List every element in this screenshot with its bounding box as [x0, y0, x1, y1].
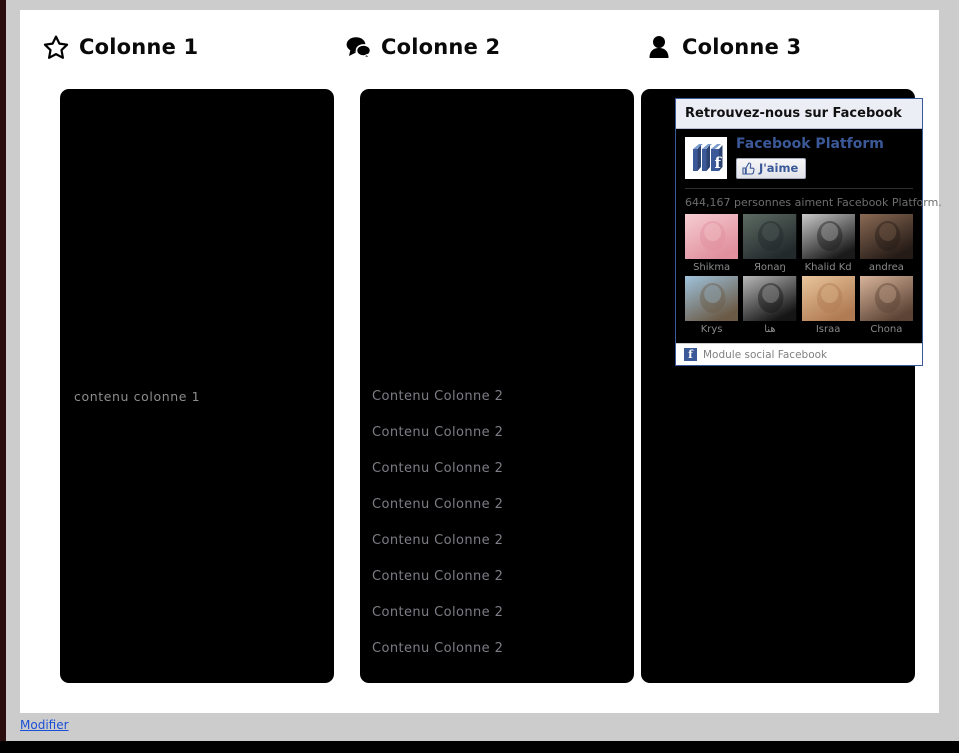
facebook-widget-header: Retrouvez-nous sur Facebook [676, 99, 922, 129]
facebook-face[interactable]: Shikma [685, 214, 739, 274]
edit-link[interactable]: Modifier [20, 718, 69, 732]
facebook-face[interactable]: Chona [859, 276, 913, 336]
facebook-face-name: هنا [764, 324, 776, 336]
column-1-content: contenu colonne 1 [74, 389, 201, 404]
facebook-face[interactable]: Яonaŋ [743, 214, 797, 274]
facebook-face-thumbnail [743, 214, 797, 260]
facebook-widget-body: f Facebook Platform J'aime 644,167 perso… [676, 129, 942, 344]
column-panel-2 [360, 89, 634, 683]
column-2-item: Contenu Colonne 2 [372, 533, 504, 548]
facebook-face-name: Яonaŋ [753, 262, 786, 274]
column-2-item: Contenu Colonne 2 [372, 461, 504, 476]
facebook-face[interactable]: Israa [801, 276, 855, 336]
facebook-like-label: J'aime [759, 161, 799, 176]
bottom-edge-strip [0, 741, 959, 753]
facebook-face-name: Chona [870, 324, 903, 336]
facebook-face-thumbnail [801, 214, 855, 260]
column-header-2: Colonne 2 [344, 32, 500, 62]
column-2-item: Contenu Colonne 2 [372, 425, 504, 440]
facebook-face[interactable]: Khalid Kd [801, 214, 855, 274]
column-2-item: Contenu Colonne 2 [372, 641, 504, 656]
facebook-face-thumbnail [743, 276, 797, 322]
facebook-f-icon: f [684, 348, 697, 362]
column-title-2: Colonne 2 [381, 35, 501, 59]
facebook-page-name: Facebook Platform [736, 136, 884, 152]
facebook-face[interactable]: andrea [859, 214, 913, 274]
user-icon [645, 33, 673, 61]
star-icon [42, 33, 70, 61]
facebook-face-name: Khalid Kd [804, 262, 852, 274]
column-2-item: Contenu Colonne 2 [372, 605, 504, 620]
column-title-3: Colonne 3 [682, 35, 802, 59]
thumbs-up-icon [742, 162, 755, 175]
column-header-1: Colonne 1 [42, 32, 198, 62]
facebook-face[interactable]: هنا [743, 276, 797, 336]
facebook-face-thumbnail [685, 214, 739, 260]
facebook-face-name: Israa [815, 324, 841, 336]
column-2-item: Contenu Colonne 2 [372, 497, 504, 512]
column-2-item: Contenu Colonne 2 [372, 569, 504, 584]
column-panel-1 [60, 89, 334, 683]
column-header-3: Colonne 3 [645, 32, 801, 62]
facebook-faces-grid: Shikma Яonaŋ Khalid Kd andrea Krys هنا Israa Ch… [685, 214, 913, 343]
facebook-face-thumbnail [859, 276, 913, 322]
facebook-like-button[interactable]: J'aime [736, 158, 807, 180]
facebook-face-thumbnail [859, 214, 913, 260]
facebook-widget-footer: f Module social Facebook [676, 343, 922, 366]
comments-icon [344, 33, 372, 61]
facebook-face-thumbnail [801, 276, 855, 322]
facebook-face-thumbnail [685, 276, 739, 322]
facebook-face-name: Krys [700, 324, 723, 336]
facebook-likes-count: 644,167 personnes aiment Facebook Platfo… [685, 196, 942, 210]
facebook-like-box: Retrouvez-nous sur Facebook f Facebook P… [675, 98, 942, 367]
facebook-profile-row: f Facebook Platform J'aime [685, 136, 913, 190]
facebook-face[interactable]: Krys [685, 276, 739, 336]
column-title-1: Colonne 1 [79, 35, 199, 59]
facebook-face-name: andrea [868, 262, 904, 274]
content-card: Colonne 1 contenu colonne 1 Colonne 2 Co… [20, 10, 942, 713]
column-2-item: Contenu Colonne 2 [372, 389, 504, 404]
facebook-footer-label: Module social Facebook [703, 348, 828, 361]
facebook-platform-logo: f [685, 137, 727, 179]
facebook-face-name: Shikma [693, 262, 731, 274]
